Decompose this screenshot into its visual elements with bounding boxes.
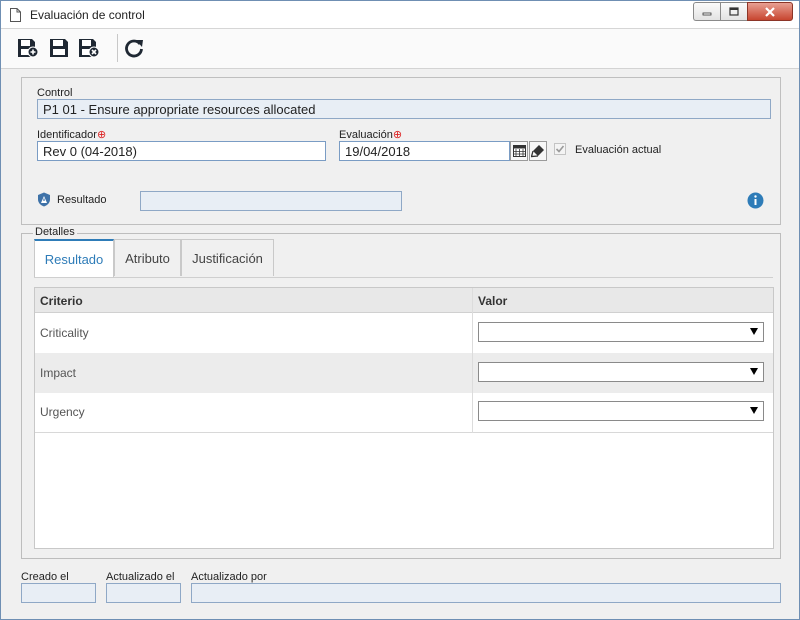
result-field[interactable] [140,191,402,211]
evaluation-date-field[interactable]: 19/04/2018 [339,141,510,161]
table-header: Criterio Valor [35,288,773,313]
control-label: Control [37,87,73,99]
document-icon [10,8,21,22]
dropdown-arrow-icon [750,407,758,414]
clear-date-button[interactable] [529,141,547,161]
criterion-cell: Criticality [40,326,89,340]
criterion-cell: Impact [40,366,77,380]
result-label: Resultado [57,194,107,206]
table-row: Urgency [35,393,773,433]
refresh-button[interactable] [122,37,146,59]
calendar-icon [512,145,526,157]
evaluation-window: Evaluación de control Control P1 01 - En… [0,0,800,620]
save-and-new-button[interactable] [16,37,40,59]
updated-label: Actualizado el [106,571,175,583]
identifier-label-text: Identificador [37,129,97,141]
info-icon[interactable] [747,192,764,209]
table-row: Impact [35,353,773,393]
refresh-icon [125,39,143,58]
current-evaluation-label: Evaluación actual [575,144,662,156]
column-header-criterio[interactable]: Criterio [40,294,83,308]
updated-by-field[interactable] [191,583,781,603]
eraser-icon [531,145,544,158]
save-icon [50,39,68,57]
criterion-cell: Urgency [40,405,85,419]
maximize-button[interactable] [720,2,747,21]
tab-justificacion[interactable]: Justificación [181,239,274,276]
details-legend: Detalles [33,226,77,238]
created-field[interactable] [21,583,96,603]
save-and-close-button[interactable] [77,37,101,59]
result-shield-icon [38,192,50,207]
toolbar-separator [117,34,118,62]
check-icon [555,145,565,153]
calendar-button[interactable] [510,141,528,161]
control-field[interactable]: P1 01 - Ensure appropriate resources all… [37,99,771,119]
value-select[interactable] [478,401,764,421]
close-button[interactable] [747,2,793,21]
column-divider [472,288,473,433]
tab-atributo[interactable]: Atributo [114,239,181,276]
close-icon [765,6,775,17]
dropdown-arrow-icon [750,328,758,335]
tab-divider [34,277,773,278]
title-bar: Evaluación de control [1,1,799,29]
identifier-label: Identificador⊕ [37,128,106,141]
toolbar [1,29,799,69]
save-button[interactable] [47,37,71,59]
window-controls [693,2,793,21]
evaluation-label-text: Evaluación [339,129,393,141]
value-select[interactable] [478,362,764,382]
created-label: Creado el [21,571,69,583]
required-icon: ⊕ [392,129,403,141]
required-icon: ⊕ [96,129,107,141]
dropdown-arrow-icon [750,368,758,375]
minimize-button[interactable] [693,2,720,21]
table-row: Criticality [35,313,773,353]
identifier-field[interactable]: Rev 0 (04-2018) [37,141,326,161]
current-evaluation-checkbox[interactable] [554,143,566,155]
criteria-table: Criterio Valor Criticality Impact Urgenc… [34,287,774,549]
updated-by-label: Actualizado por [191,571,267,583]
evaluation-label: Evaluación⊕ [339,128,402,141]
minimize-icon [702,12,712,15]
updated-field[interactable] [106,583,181,603]
value-select[interactable] [478,322,764,342]
tab-resultado[interactable]: Resultado [34,239,114,277]
save-and-close-icon [79,39,100,58]
save-and-new-icon [18,39,39,58]
column-header-valor[interactable]: Valor [478,294,507,308]
maximize-icon [729,7,739,16]
window-title: Evaluación de control [30,8,145,22]
